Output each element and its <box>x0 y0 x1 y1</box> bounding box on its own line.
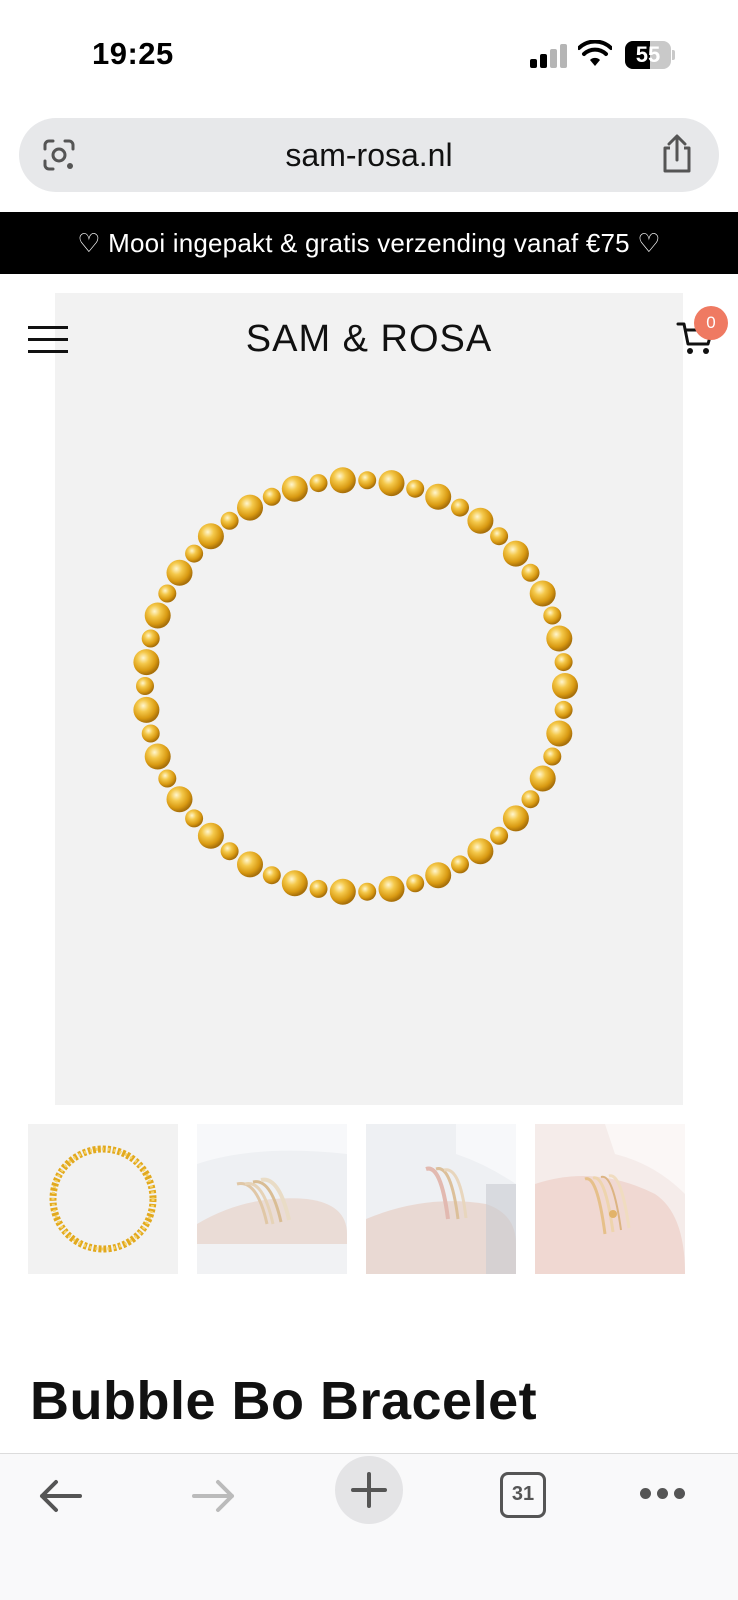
tabs-button[interactable]: 31 <box>500 1472 546 1518</box>
wrist-thumbnail-image <box>197 1124 347 1274</box>
bracelet-bead <box>502 540 529 567</box>
bracelet-bead <box>425 483 452 510</box>
thumbnail-4[interactable] <box>535 1124 685 1274</box>
more-icon[interactable] <box>640 1488 686 1502</box>
address-bar[interactable]: sam-rosa.nl <box>19 118 719 192</box>
bracelet-bead <box>490 527 509 546</box>
bracelet-bead <box>552 673 578 699</box>
bracelet-bead <box>197 523 224 550</box>
wrist-thumbnail-image <box>535 1124 685 1274</box>
bracelet-bead <box>425 862 452 889</box>
bracelet-bead <box>158 769 177 788</box>
thumbnail-1[interactable] <box>28 1124 178 1274</box>
bracelet-bead <box>262 866 281 885</box>
bracelet-bead <box>546 720 573 747</box>
back-arrow-icon[interactable] <box>36 1474 84 1518</box>
bracelet-bead <box>543 606 562 625</box>
battery-level: 55 <box>635 42 661 67</box>
bracelet-bead <box>329 878 356 905</box>
thumbnail-strip <box>28 1124 718 1274</box>
bracelet-bead <box>262 487 281 506</box>
signal-icon <box>530 44 570 68</box>
bracelet-bead <box>185 809 204 828</box>
bracelet-bead <box>329 467 356 494</box>
site-logo[interactable]: SAM & ROSA <box>0 318 738 361</box>
share-icon[interactable] <box>659 134 695 174</box>
thumbnail-2[interactable] <box>197 1124 347 1274</box>
bracelet-bead <box>521 563 540 582</box>
thumbnail-3[interactable] <box>366 1124 516 1274</box>
cart-count-badge: 0 <box>694 306 728 340</box>
bracelet-bead <box>144 602 171 629</box>
bracelet-bead <box>554 653 573 672</box>
product-title: Bubble Bo Bracelet <box>30 1371 538 1431</box>
bracelet-bead <box>451 498 469 517</box>
bracelet-bead <box>451 855 469 874</box>
wrist-thumbnail-image <box>366 1124 516 1274</box>
bracelet-bead <box>136 677 154 695</box>
bracelet-bead <box>166 786 193 813</box>
bracelet-bead <box>237 494 263 521</box>
bracelet-bead <box>406 479 425 498</box>
battery-icon: 55 <box>625 41 675 69</box>
bracelet-bead <box>141 724 160 743</box>
status-time: 19:25 <box>92 36 174 71</box>
site-header: SAM & ROSA <box>0 290 738 390</box>
bracelet-bead <box>543 747 562 766</box>
bracelet-bead <box>309 474 328 493</box>
url-text[interactable]: sam-rosa.nl <box>19 118 719 192</box>
bracelet-bead <box>378 470 405 497</box>
bracelet-bead <box>502 805 529 832</box>
bracelet-bead <box>467 838 494 865</box>
bracelet-bead <box>529 765 556 792</box>
bracelet-bead <box>166 559 193 586</box>
bracelet-bead <box>358 882 377 901</box>
bracelet-thumbnail-image <box>49 1145 157 1253</box>
new-tab-button[interactable] <box>335 1456 403 1524</box>
forward-arrow-icon[interactable] <box>190 1474 238 1518</box>
bracelet-bead <box>158 584 177 603</box>
bracelet-bead <box>529 580 556 607</box>
wifi-icon <box>578 40 612 66</box>
bracelet-bead <box>281 475 308 502</box>
bracelet-bead <box>185 544 204 563</box>
bracelet-bead <box>141 629 160 648</box>
bracelet-image <box>133 467 578 905</box>
bracelet-bead <box>546 625 573 652</box>
bracelet-bead <box>554 700 573 719</box>
bracelet-bead <box>358 471 377 490</box>
bracelet-bead <box>133 649 160 676</box>
bracelet-bead <box>220 842 239 861</box>
bracelet-bead <box>281 870 308 897</box>
promo-banner: ♡ Mooi ingepakt & gratis verzending vana… <box>0 212 738 274</box>
browser-toolbar: 31 <box>0 1453 738 1600</box>
bracelet-bead <box>237 851 263 878</box>
bracelet-bead <box>309 879 328 898</box>
bracelet-bead <box>490 826 509 845</box>
bracelet-bead <box>144 743 171 770</box>
bracelet-bead <box>467 507 494 534</box>
bracelet-bead <box>406 874 425 893</box>
plus-icon <box>351 1472 387 1508</box>
product-main-image[interactable] <box>55 293 683 1105</box>
status-bar: 19:25 55 <box>0 0 738 110</box>
bracelet-bead <box>521 790 540 809</box>
bracelet-bead <box>133 696 160 723</box>
bracelet-bead <box>378 875 405 902</box>
bracelet-bead <box>197 822 224 849</box>
bracelet-bead <box>220 511 239 530</box>
